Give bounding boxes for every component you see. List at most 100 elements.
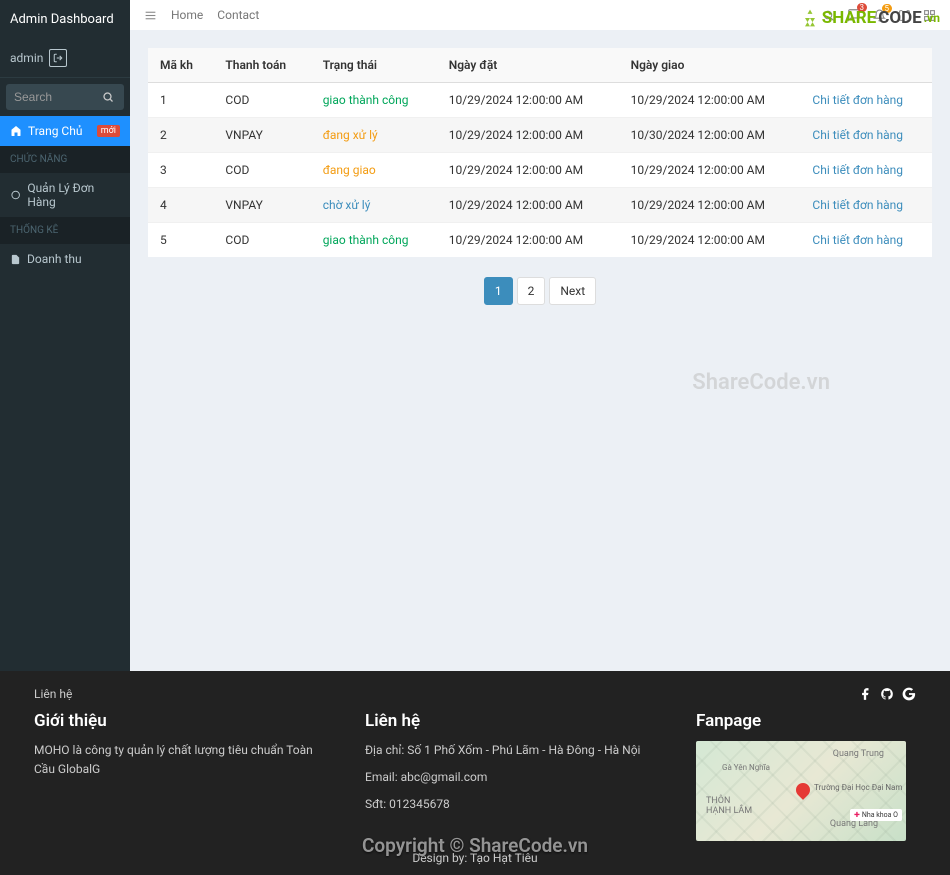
page-2[interactable]: 2 [517,277,546,305]
th-delivery-date: Ngày giao [619,48,801,83]
detail-link[interactable]: Chi tiết đơn hàng [812,233,903,247]
cell-status: giao thành công [311,83,437,118]
cell-delivery-date: 10/29/2024 12:00:00 AM [619,223,801,258]
table-row: 3CODđang giao10/29/2024 12:00:00 AM10/29… [148,153,932,188]
map-label: THÔN HẠNH LÂM [706,796,752,816]
footer-col-intro: Giới thiệu MOHO là công ty quản lý chất … [34,711,325,841]
file-icon [10,253,21,266]
cell-payment: COD [213,153,310,188]
cell-order-date: 10/29/2024 12:00:00 AM [437,188,619,223]
cell-payment: COD [213,223,310,258]
cell-status: giao thành công [311,223,437,258]
cell-delivery-date: 10/29/2024 12:00:00 AM [619,83,801,118]
table-row: 2VNPAYđang xử lý10/29/2024 12:00:00 AM10… [148,118,932,153]
grid-icon[interactable] [923,9,936,22]
chat-icon[interactable]: 3 [847,8,861,22]
footer-intro-text: MOHO là công ty quản lý chất lượng tiêu … [34,741,325,779]
nav-header-stats: Thống kê [0,217,130,244]
sidebar-item-orders[interactable]: Quản Lý Đơn Hàng [0,173,130,217]
cell-id: 1 [148,83,213,118]
cell-link: Chi tiết đơn hàng [800,153,932,188]
search-icon[interactable] [822,9,835,22]
footer-col-fanpage: Fanpage Quang Trung Quang Làng THÔN HẠNH… [696,711,916,841]
expand-icon[interactable] [898,9,911,22]
detail-link[interactable]: Chi tiết đơn hàng [812,198,903,212]
detail-link[interactable]: Chi tiết đơn hàng [812,163,903,177]
page-next[interactable]: Next [549,277,596,305]
sidebar-item-label: Trang Chủ [28,124,82,138]
footer-fanpage-title: Fanpage [696,711,916,731]
map-label: Quang Trung [833,749,884,759]
circle-icon [10,189,21,201]
footer: Liên hệ Giới thiệu MOHO là công ty quản … [0,671,950,875]
cell-order-date: 10/29/2024 12:00:00 AM [437,118,619,153]
search-button[interactable] [92,84,124,110]
detail-link[interactable]: Chi tiết đơn hàng [812,128,903,142]
sidebar-item-home[interactable]: Trang Chủ mới [0,116,130,146]
cell-payment: COD [213,83,310,118]
cell-id: 3 [148,153,213,188]
nav-header-functions: CHỨC NĂNG [0,146,130,173]
cell-link: Chi tiết đơn hàng [800,118,932,153]
detail-link[interactable]: Chi tiết đơn hàng [812,93,903,107]
cell-status: đang xử lý [311,118,437,153]
footer-columns: Giới thiệu MOHO là công ty quản lý chất … [34,711,916,841]
map-pin-icon [793,780,813,800]
cell-delivery-date: 10/29/2024 12:00:00 AM [619,153,801,188]
table-row: 1CODgiao thành công10/29/2024 12:00:00 A… [148,83,932,118]
table-header-row: Mã kh Thanh toán Trạng thái Ngày đặt Ngà… [148,48,932,83]
table-row: 5CODgiao thành công10/29/2024 12:00:00 A… [148,223,932,258]
cell-payment: VNPAY [213,188,310,223]
th-status: Trạng thái [311,48,437,83]
logout-icon[interactable] [49,49,67,67]
map[interactable]: Quang Trung Quang Làng THÔN HẠNH LÂM Gà … [696,741,906,841]
bell-icon[interactable]: 5 [873,9,886,22]
search-input[interactable] [6,84,92,110]
cell-link: Chi tiết đơn hàng [800,223,932,258]
footer-contact-title: Liên hệ [365,711,656,731]
search-icon [102,91,114,103]
cell-payment: VNPAY [213,118,310,153]
cell-order-date: 10/29/2024 12:00:00 AM [437,153,619,188]
map-poi: ✚Nha khoa O [850,809,902,821]
chat-badge: 3 [857,3,868,12]
cell-status: chờ xử lý [311,188,437,223]
username: admin [10,51,43,65]
orders-table: Mã kh Thanh toán Trạng thái Ngày đặt Ngà… [148,48,932,257]
footer-address: Địa chỉ: Số 1 Phố Xốm - Phú Lãm - Hà Đôn… [365,741,656,760]
facebook-icon[interactable] [858,687,872,701]
google-icon[interactable] [902,687,916,701]
cell-link: Chi tiết đơn hàng [800,188,932,223]
top-nav-links: Home Contact [171,8,259,22]
bell-badge: 5 [882,4,893,13]
github-icon[interactable] [880,687,894,701]
user-panel: admin [0,39,130,78]
footer-intro-title: Giới thiệu [34,711,325,731]
home-icon [10,125,22,137]
map-label: Gà Yên Nghĩa [722,763,770,772]
cell-link: Chi tiết đơn hàng [800,83,932,118]
menu-toggle-icon[interactable] [144,9,157,22]
nav-link-home[interactable]: Home [171,8,203,22]
table-row: 4VNPAYchờ xử lý10/29/2024 12:00:00 AM10/… [148,188,932,223]
sidebar-title: Admin Dashboard [0,0,130,39]
th-payment: Thanh toán [213,48,310,83]
sidebar-item-label: Doanh thu [27,252,82,266]
cell-id: 5 [148,223,213,258]
cell-order-date: 10/29/2024 12:00:00 AM [437,83,619,118]
cell-status: đang giao [311,153,437,188]
content: Mã kh Thanh toán Trạng thái Ngày đặt Ngà… [130,30,950,671]
footer-col-contact: Liên hệ Địa chỉ: Số 1 Phố Xốm - Phú Lãm … [365,711,656,841]
th-action [800,48,932,83]
footer-phone: Sđt: 012345678 [365,795,656,814]
search-row [0,78,130,116]
cell-order-date: 10/29/2024 12:00:00 AM [437,223,619,258]
footer-socials [858,687,916,701]
map-label: Trường Đại Học Đại Nam [814,783,902,792]
page-1[interactable]: 1 [484,277,513,305]
cell-id: 4 [148,188,213,223]
topbar-actions: 3 5 [822,8,936,22]
nav-link-contact[interactable]: Contact [217,8,259,22]
sidebar: Admin Dashboard admin Trang Chủ mới CHỨC… [0,0,130,671]
sidebar-item-revenue[interactable]: Doanh thu [0,244,130,274]
